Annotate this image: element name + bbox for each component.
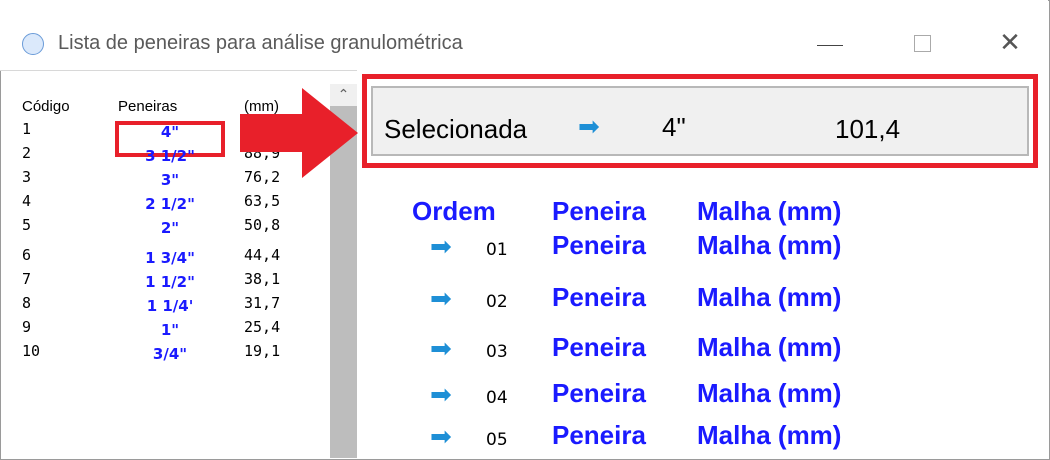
order-row[interactable]: ➡ 02 Peneira Malha (mm) <box>0 282 1050 322</box>
selection-label: Selecionada <box>384 114 528 144</box>
row-mesh: Malha (mm) <box>697 282 842 312</box>
row-sieve: 3" <box>160 171 180 189</box>
row-arrow-icon: ➡ <box>430 334 452 364</box>
maximize-icon <box>913 34 931 52</box>
selection-mm: 101,4 <box>835 114 901 144</box>
list-item[interactable]: 4 2 1/2" 63,5 <box>12 192 330 214</box>
row-mesh: Malha (mm) <box>697 230 842 260</box>
maximize-button[interactable] <box>900 24 944 62</box>
row-code: 3 <box>22 168 32 186</box>
row-sieve: 3 1/2" <box>145 147 195 165</box>
row-sieve: Peneira <box>552 378 646 408</box>
row-arrow-icon: ➡ <box>430 232 452 262</box>
col-header-code: Código <box>22 98 70 115</box>
close-icon: ✕ <box>999 28 1021 58</box>
row-number: 01 <box>486 240 508 260</box>
row-mesh: Malha (mm) <box>697 420 842 450</box>
app-circle-icon <box>22 33 44 55</box>
close-button[interactable]: ✕ <box>988 24 1032 62</box>
row-mesh: Malha (mm) <box>697 378 842 408</box>
red-annotation-arrow-icon <box>240 88 358 178</box>
row-mm: 63,5 <box>244 192 281 210</box>
row-code: 4 <box>22 192 32 210</box>
selection-arrow-icon: ➡ <box>578 112 600 142</box>
minimize-button[interactable] <box>808 24 852 62</box>
row-code: 1 <box>22 120 32 138</box>
title-bar: Lista de peneiras para análise granulomé… <box>0 0 1048 71</box>
row-sieve: Peneira <box>552 420 646 450</box>
order-row[interactable]: ➡ 04 Peneira Malha (mm) <box>0 378 1050 418</box>
minimize-icon <box>817 44 843 46</box>
row-sieve: Peneira <box>552 282 646 312</box>
row-number: 04 <box>486 388 508 408</box>
selection-sieve: 4" <box>662 112 686 142</box>
row-number: 03 <box>486 342 508 362</box>
order-row[interactable]: ➡ 01 Peneira Malha (mm) <box>0 230 1050 270</box>
row-sieve: Peneira <box>552 230 646 260</box>
col-header-sieve: Peneiras <box>118 98 178 115</box>
row-sieve: Peneira <box>552 332 646 362</box>
order-row[interactable]: ➡ 05 Peneira Malha (mm) <box>0 420 1050 460</box>
row-arrow-icon: ➡ <box>430 380 452 410</box>
mesh-header: Malha (mm) <box>697 196 842 226</box>
window-title: Lista de peneiras para análise granulomé… <box>58 32 463 54</box>
order-header: Ordem <box>412 196 496 226</box>
row-mesh: Malha (mm) <box>697 332 842 362</box>
row-number: 02 <box>486 292 508 312</box>
row-code: 2 <box>22 144 32 162</box>
row-sieve: 2 1/2" <box>145 195 195 213</box>
row-number: 05 <box>486 430 508 450</box>
row-arrow-icon: ➡ <box>430 422 452 452</box>
row-arrow-icon: ➡ <box>430 284 452 314</box>
order-row[interactable]: ➡ 03 Peneira Malha (mm) <box>0 332 1050 372</box>
sieve-header: Peneira <box>552 196 646 226</box>
